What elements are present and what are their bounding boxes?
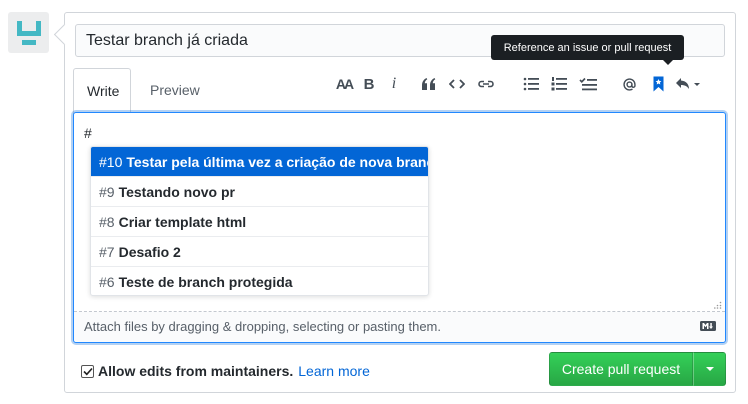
allow-edits-label[interactable]: Allow edits from maintainers.: [98, 363, 293, 379]
suggestion-item[interactable]: #10 Testar pela última vez a criação de n…: [91, 147, 428, 177]
unordered-list-icon[interactable]: [521, 72, 541, 96]
link-icon[interactable]: [475, 72, 497, 96]
tab-preview[interactable]: Preview: [137, 68, 213, 113]
mention-icon[interactable]: [619, 72, 639, 96]
checkmark-icon: [82, 367, 93, 375]
allow-edits-checkbox[interactable]: [81, 364, 94, 378]
tab-write[interactable]: Write: [73, 68, 131, 114]
markdown-icon[interactable]: [700, 321, 716, 331]
tooltip: Reference an issue or pull request: [491, 35, 684, 65]
attach-hint: Attach files by dragging & dropping, sel…: [84, 319, 441, 334]
suggestion-item[interactable]: #8 Criar template html: [91, 207, 428, 237]
tasklist-icon[interactable]: [577, 72, 599, 96]
bold-icon[interactable]: B: [361, 72, 377, 96]
bookmark-icon[interactable]: [649, 72, 667, 96]
learn-more-link[interactable]: Learn more: [298, 363, 370, 379]
issue-suggestion-list: #10 Testar pela última vez a criação de n…: [90, 146, 429, 296]
create-pr-dropdown-button[interactable]: [693, 352, 726, 386]
suggestion-item[interactable]: #9 Testando novo pr: [91, 177, 428, 207]
code-icon[interactable]: [447, 72, 467, 96]
resize-grip-icon[interactable]: [714, 301, 722, 309]
text-size-icon[interactable]: AA: [333, 72, 355, 96]
attach-files-area[interactable]: Attach files by dragging & dropping, sel…: [74, 312, 725, 342]
italic-icon[interactable]: i: [387, 72, 401, 96]
ordered-list-icon[interactable]: [549, 72, 569, 96]
quote-icon[interactable]: [419, 72, 439, 96]
pull-request-form: Write Preview Reference an issue or pull…: [64, 12, 736, 393]
reply-icon[interactable]: [673, 72, 703, 96]
avatar[interactable]: [8, 12, 49, 53]
suggestion-item[interactable]: #7 Desafio 2: [91, 237, 428, 267]
suggestion-item[interactable]: #6 Teste de branch protegida: [91, 267, 428, 295]
editor-textarea[interactable]: #: [84, 125, 92, 141]
allow-edits-option: Allow edits from maintainers. Learn more: [81, 363, 370, 379]
create-pr-button-group: Create pull request: [549, 352, 726, 386]
form-footer: Allow edits from maintainers. Learn more…: [65, 351, 735, 391]
identicon-icon: [16, 20, 41, 45]
create-pull-request-button[interactable]: Create pull request: [549, 352, 693, 386]
chevron-down-icon: [705, 367, 714, 371]
